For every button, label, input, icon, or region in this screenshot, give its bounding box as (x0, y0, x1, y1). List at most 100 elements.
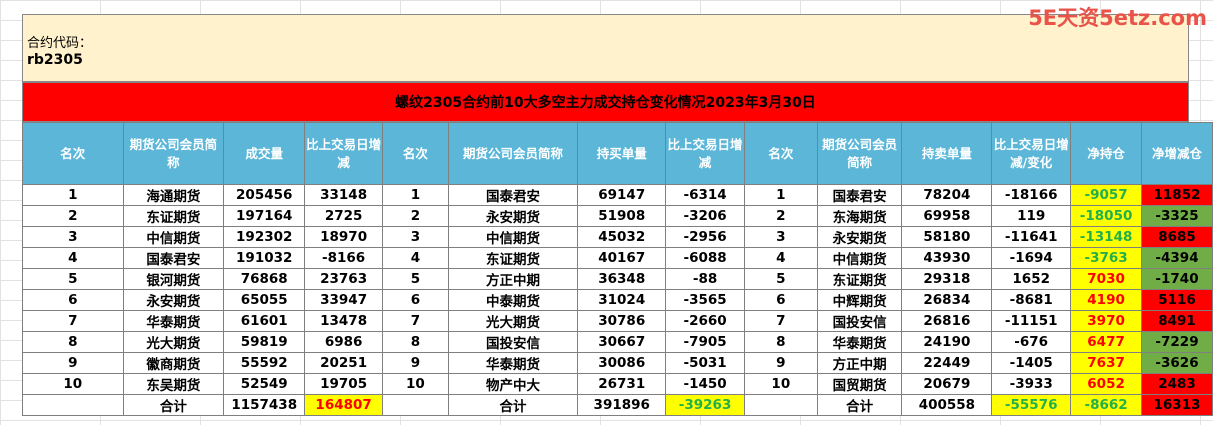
table-cell: -676 (991, 331, 1072, 353)
table-row: 4 国泰君安 191032 -8166 4 东证期货 40167 -6088 4 中信期货 4393… (22, 247, 1213, 269)
table-cell: 9 (382, 352, 449, 374)
table-cell: 5116 (1141, 289, 1213, 311)
table-cell: -1740 (1141, 268, 1213, 290)
column-header: 名次 (743, 122, 818, 185)
table-cell: 31024 (577, 289, 667, 311)
table-cell: 方正中期 (816, 352, 903, 374)
table-cell: -3933 (991, 373, 1072, 395)
total-cell: 合计 (447, 394, 579, 416)
table-cell: -3626 (1141, 352, 1213, 374)
table-cell: 3 (382, 226, 449, 248)
table-cell: 4190 (1070, 289, 1143, 311)
table-cell: 26731 (577, 373, 667, 395)
table-cell: 30786 (577, 310, 667, 332)
table-cell: 2483 (1141, 373, 1213, 395)
table-cell: -88 (665, 268, 745, 290)
column-header: 成交量 (223, 122, 306, 185)
table-cell: -4394 (1141, 247, 1213, 269)
table-cell: 6477 (1070, 331, 1143, 353)
table-cell: 8685 (1141, 226, 1213, 248)
table-cell: 国投安信 (816, 310, 903, 332)
table-cell: 205456 (223, 184, 306, 206)
table-row: 2 东证期货 197164 2725 2 永安期货 51908 -3206 2 东海期货 69958… (22, 205, 1213, 227)
column-header: 名次 (22, 122, 124, 185)
table-cell: 1652 (991, 268, 1072, 290)
table-cell: 58180 (901, 226, 993, 248)
table-cell: -11641 (991, 226, 1072, 248)
table-cell: -6088 (665, 247, 745, 269)
table-cell: 9 (743, 352, 818, 374)
table-cell: -18050 (1070, 205, 1143, 227)
table-cell: 5 (22, 268, 124, 290)
table-cell: -2660 (665, 310, 745, 332)
column-header: 比上交易日增减 (665, 122, 745, 185)
total-cell (382, 394, 449, 416)
table-cell: 11852 (1141, 184, 1213, 206)
table-cell: -13148 (1070, 226, 1143, 248)
total-cell: 391896 (577, 394, 667, 416)
table-cell: 2725 (304, 205, 384, 227)
table-cell: 4 (22, 247, 124, 269)
table-cell: 东海期货 (816, 205, 903, 227)
table-cell: 中信期货 (816, 247, 903, 269)
table-cell: 8 (743, 331, 818, 353)
table-cell: 7 (743, 310, 818, 332)
table-cell: 东证期货 (447, 247, 579, 269)
table-cell: 192302 (223, 226, 306, 248)
column-header: 期货公司会员简称 (122, 122, 225, 185)
table-cell: 10 (743, 373, 818, 395)
column-header: 期货公司会员简称 (816, 122, 903, 185)
table-cell: -3325 (1141, 205, 1213, 227)
table-cell: -18166 (991, 184, 1072, 206)
table-cell: 2 (22, 205, 124, 227)
table-cell: 20251 (304, 352, 384, 374)
table-cell: 33148 (304, 184, 384, 206)
table-cell: 3 (743, 226, 818, 248)
column-header: 比上交易日增减 (304, 122, 384, 185)
total-cell: 400558 (901, 394, 993, 416)
table-cell: 永安期货 (816, 226, 903, 248)
table-cell: 东吴期货 (122, 373, 225, 395)
table-cell: 36348 (577, 268, 667, 290)
total-cell: 合计 (122, 394, 225, 416)
table-cell: 13478 (304, 310, 384, 332)
table-cell: 国投安信 (447, 331, 579, 353)
table-cell: 2 (743, 205, 818, 227)
table-cell: 22449 (901, 352, 993, 374)
table-cell: 43930 (901, 247, 993, 269)
table-cell: -1405 (991, 352, 1072, 374)
table-cell: 永安期货 (447, 205, 579, 227)
table-cell: 20679 (901, 373, 993, 395)
contract-info: 合约代码： rb2305 (22, 14, 1189, 82)
header-row: 名次 期货公司会员简称 成交量 比上交易日增减 名次 期货公司会员简称 持买单量 比上交易日增… (22, 122, 1213, 185)
table-row: 10 东吴期货 52549 19705 10 物产中大 26731 -1450 10 国贸期货 20… (22, 373, 1213, 395)
table-cell: 45032 (577, 226, 667, 248)
table-cell: -1694 (991, 247, 1072, 269)
table-cell: -11151 (991, 310, 1072, 332)
table-cell: 7 (382, 310, 449, 332)
table-cell: 永安期货 (122, 289, 225, 311)
table-cell: 5 (382, 268, 449, 290)
table-cell: 76868 (223, 268, 306, 290)
column-header: 持卖单量 (901, 122, 993, 185)
total-cell (22, 394, 124, 416)
total-cell: 16313 (1141, 394, 1213, 416)
table-cell: 197164 (223, 205, 306, 227)
table-cell: -6314 (665, 184, 745, 206)
column-header: 净增减仓 (1141, 122, 1213, 185)
table-cell: 物产中大 (447, 373, 579, 395)
table-cell: 国泰君安 (447, 184, 579, 206)
table-cell: 华泰期货 (816, 331, 903, 353)
page-title: 螺纹2305合约前10大多空主力成交持仓变化情况2023年3月30日 (395, 95, 816, 111)
table-cell: 52549 (223, 373, 306, 395)
total-cell: -55576 (991, 394, 1072, 416)
table-cell: 69958 (901, 205, 993, 227)
table-cell: 59819 (223, 331, 306, 353)
total-cell: 合计 (816, 394, 903, 416)
table-cell: -9057 (1070, 184, 1143, 206)
table-cell: 30667 (577, 331, 667, 353)
table-cell: 8 (22, 331, 124, 353)
table-cell: -8166 (304, 247, 384, 269)
table-cell: 1 (382, 184, 449, 206)
table-cell: 7030 (1070, 268, 1143, 290)
